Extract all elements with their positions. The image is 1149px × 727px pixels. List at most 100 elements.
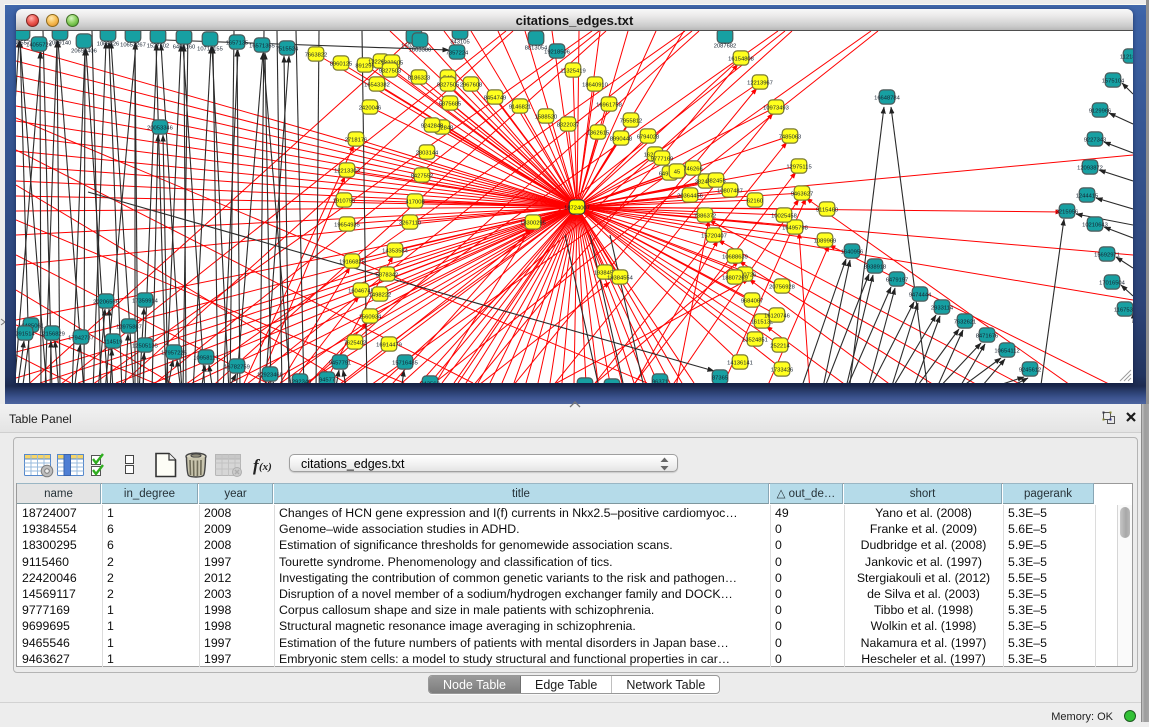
svg-text:7357224: 7357224 xyxy=(446,50,469,56)
svg-text:9684067: 9684067 xyxy=(741,298,764,304)
svg-text:16961758: 16961758 xyxy=(596,102,622,108)
svg-text:1657135: 1657135 xyxy=(226,40,249,46)
svg-text:20364456: 20364456 xyxy=(677,193,703,199)
svg-text:13975887: 13975887 xyxy=(116,324,142,330)
svg-text:1089969: 1089969 xyxy=(814,238,837,244)
svg-text:2967608: 2967608 xyxy=(460,82,483,88)
svg-text:12975115: 12975115 xyxy=(786,164,811,170)
svg-text:(x): (x) xyxy=(259,461,272,473)
svg-text:8186323: 8186323 xyxy=(408,75,431,81)
svg-text:2069140: 2069140 xyxy=(49,40,72,46)
svg-text:6466160: 6466160 xyxy=(173,44,196,50)
svg-text:10807487: 10807487 xyxy=(717,188,743,194)
svg-text:1121850: 1121850 xyxy=(1120,54,1133,60)
svg-text:8960125: 8960125 xyxy=(330,61,353,67)
svg-text:1640956: 1640956 xyxy=(841,249,864,255)
svg-text:417008: 417008 xyxy=(405,199,424,205)
svg-text:16543382: 16543382 xyxy=(364,82,390,88)
svg-text:9777169: 9777169 xyxy=(651,156,674,162)
svg-text:10719155: 10719155 xyxy=(197,46,223,52)
svg-text:14136141: 14136141 xyxy=(727,360,753,366)
svg-text:16495798: 16495798 xyxy=(782,225,808,231)
svg-text:9115460: 9115460 xyxy=(816,207,838,213)
svg-text:7485063: 7485063 xyxy=(779,134,802,140)
svg-text:843105: 843105 xyxy=(450,39,469,45)
svg-text:16914479: 16914479 xyxy=(376,342,402,348)
svg-text:8322037: 8322037 xyxy=(557,122,580,128)
svg-text:114519: 114519 xyxy=(104,339,123,345)
svg-text:8427552: 8427552 xyxy=(411,173,434,179)
svg-text:14353584: 14353584 xyxy=(382,248,409,254)
svg-text:17957225: 17957225 xyxy=(161,350,187,356)
svg-text:7386372: 7386372 xyxy=(694,213,717,219)
svg-text:7625402: 7625402 xyxy=(344,340,367,346)
svg-text:45: 45 xyxy=(674,169,680,175)
svg-text:87365: 87365 xyxy=(712,375,728,381)
svg-text:382455: 382455 xyxy=(706,178,725,184)
svg-text:12213303: 12213303 xyxy=(334,168,360,174)
svg-text:19654935: 19654935 xyxy=(334,222,360,228)
svg-text:1603380: 1603380 xyxy=(409,47,432,53)
svg-text:1910755: 1910755 xyxy=(333,198,356,204)
svg-text:94577: 94577 xyxy=(319,377,335,383)
svg-text:10210643: 10210643 xyxy=(1082,222,1108,228)
svg-text:17359914: 17359914 xyxy=(132,298,159,304)
svg-text:16120746: 16120746 xyxy=(764,313,790,319)
svg-text:20691406: 20691406 xyxy=(71,48,97,54)
svg-text:8990448: 8990448 xyxy=(610,136,633,142)
svg-text:10958117: 10958117 xyxy=(193,355,218,361)
svg-text:18640910: 18640910 xyxy=(582,82,608,88)
svg-text:9474444: 9474444 xyxy=(909,292,932,298)
svg-text:8938918: 8938918 xyxy=(864,264,887,270)
svg-text:12093872: 12093872 xyxy=(1077,165,1103,171)
svg-text:18807269: 18807269 xyxy=(722,275,748,281)
svg-text:1527602: 1527602 xyxy=(147,43,170,49)
svg-text:20053346: 20053346 xyxy=(147,125,173,131)
svg-text:8471676: 8471676 xyxy=(976,333,999,339)
svg-text:10688639: 10688639 xyxy=(722,254,748,260)
svg-text:20756928: 20756928 xyxy=(769,284,795,290)
svg-text:6479197: 6479197 xyxy=(886,277,909,283)
svg-text:7663822: 7663822 xyxy=(305,52,328,58)
svg-text:7955812: 7955812 xyxy=(620,118,643,124)
svg-text:10653267: 10653267 xyxy=(120,42,146,48)
svg-text:1244415: 1244415 xyxy=(1076,193,1099,199)
svg-text:16782759: 16782759 xyxy=(224,364,250,370)
svg-text:1498222: 1498222 xyxy=(369,292,392,298)
svg-text:2803144: 2803144 xyxy=(416,150,439,156)
svg-text:1575104: 1575104 xyxy=(1102,78,1125,84)
svg-text:9327505: 9327505 xyxy=(437,82,460,88)
svg-text:15720407: 15720407 xyxy=(701,233,727,239)
svg-text:9227343: 9227343 xyxy=(1084,137,1107,143)
svg-text:16154808: 16154808 xyxy=(728,56,754,62)
svg-text:19218506: 19218506 xyxy=(544,49,570,55)
svg-text:19166825: 19166825 xyxy=(339,259,365,265)
svg-text:11325419: 11325419 xyxy=(560,68,585,74)
svg-text:9463627: 9463627 xyxy=(791,191,814,197)
svg-text:2420046: 2420046 xyxy=(359,105,382,111)
svg-text:12505135: 12505135 xyxy=(132,343,158,349)
svg-text:9327503: 9327503 xyxy=(379,68,402,74)
svg-text:7515524: 7515524 xyxy=(276,46,299,52)
svg-text:1292346: 1292346 xyxy=(289,379,312,383)
svg-text:252214: 252214 xyxy=(770,343,790,349)
svg-text:9129966: 9129966 xyxy=(1089,108,1112,114)
svg-text:3267110: 3267110 xyxy=(399,220,421,226)
svg-text:6794028: 6794028 xyxy=(637,134,660,140)
svg-text:2087682: 2087682 xyxy=(714,43,737,49)
svg-text:3215956: 3215956 xyxy=(1056,209,1079,215)
svg-text:5875685: 5875685 xyxy=(439,101,462,107)
svg-text:9457791: 9457791 xyxy=(329,360,352,366)
svg-text:5878342: 5878342 xyxy=(376,272,399,278)
svg-text:15716485: 15716485 xyxy=(392,360,418,366)
svg-text:2933114: 2933114 xyxy=(931,305,954,311)
svg-text:1588520: 1588520 xyxy=(535,114,558,120)
svg-text:1167534: 1167534 xyxy=(1114,307,1133,313)
svg-text:10973493: 10973493 xyxy=(763,105,789,111)
svg-text:7632621: 7632621 xyxy=(954,319,977,325)
svg-text:13524851: 13524851 xyxy=(742,337,768,343)
svg-text:12156829: 12156829 xyxy=(39,331,65,337)
svg-text:8454749: 8454749 xyxy=(484,95,507,101)
svg-text:17016504: 17016504 xyxy=(1099,280,1126,286)
svg-text:1560934: 1560934 xyxy=(359,314,382,320)
